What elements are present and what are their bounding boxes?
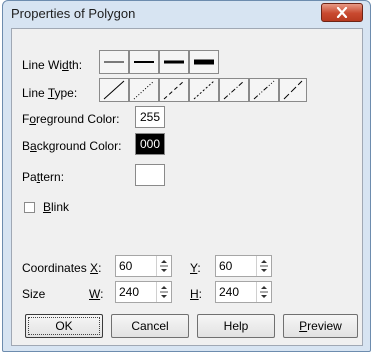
- background-color-swatch[interactable]: 000: [135, 133, 165, 155]
- close-button[interactable]: [321, 3, 363, 22]
- line-width-2-button[interactable]: [129, 50, 159, 74]
- x-spin-arrows[interactable]: [156, 256, 171, 276]
- w-label: W:: [89, 287, 104, 301]
- x-spinbox[interactable]: 60: [115, 255, 172, 277]
- y-label: Y:: [190, 261, 201, 275]
- line-type-long-dash-button[interactable]: [279, 78, 307, 102]
- w-spinbox[interactable]: 240: [115, 281, 172, 303]
- help-button[interactable]: Help: [197, 314, 275, 338]
- line-width-3-button[interactable]: [159, 50, 189, 74]
- cancel-button[interactable]: Cancel: [111, 314, 189, 338]
- blink-label[interactable]: Blink: [43, 200, 69, 214]
- line-type-dash-button[interactable]: [159, 78, 189, 102]
- line-width-1-button[interactable]: [99, 50, 129, 74]
- w-spin-arrows[interactable]: [156, 282, 171, 302]
- ok-button[interactable]: OK: [25, 314, 103, 338]
- line-type-dash-dot-dot-button[interactable]: [249, 78, 279, 102]
- line-type-none-button[interactable]: [99, 78, 129, 102]
- title-bar[interactable]: Properties of Polygon: [3, 1, 370, 27]
- foreground-color-swatch[interactable]: 255: [135, 106, 165, 128]
- line-type-dot-button[interactable]: [189, 78, 219, 102]
- properties-dialog: Properties of Polygon Line Width: Line T…: [2, 0, 371, 352]
- y-spin-arrows[interactable]: [256, 256, 271, 276]
- line-width-4-button[interactable]: [189, 50, 219, 74]
- foreground-color-label: Foreground Color:: [22, 112, 120, 126]
- line-type-solid-button[interactable]: [129, 78, 159, 102]
- x-value: 60: [119, 259, 133, 273]
- y-spinbox[interactable]: 60: [215, 255, 272, 277]
- dialog-body: Line Width: Line Type: Foreground Color:…: [11, 28, 363, 346]
- size-label: Size: [22, 287, 46, 301]
- pattern-label: Pattern:: [22, 170, 65, 184]
- y-value: 60: [219, 259, 233, 273]
- h-spin-arrows[interactable]: [256, 282, 271, 302]
- h-value: 240: [219, 285, 240, 299]
- line-type-dash-dot-button[interactable]: [219, 78, 249, 102]
- preview-button[interactable]: Preview: [283, 314, 358, 338]
- background-color-label: Background Color:: [22, 139, 122, 153]
- w-value: 240: [119, 285, 140, 299]
- coordinates-label: Coordinates X:: [22, 261, 102, 275]
- h-label: H:: [190, 287, 203, 301]
- close-icon: [336, 7, 348, 18]
- line-width-label: Line Width:: [22, 58, 83, 72]
- h-spinbox[interactable]: 240: [215, 281, 272, 303]
- line-type-label: Line Type:: [22, 86, 78, 100]
- blink-checkbox[interactable]: [24, 202, 35, 213]
- dialog-title: Properties of Polygon: [11, 6, 136, 21]
- pattern-swatch[interactable]: [135, 164, 165, 186]
